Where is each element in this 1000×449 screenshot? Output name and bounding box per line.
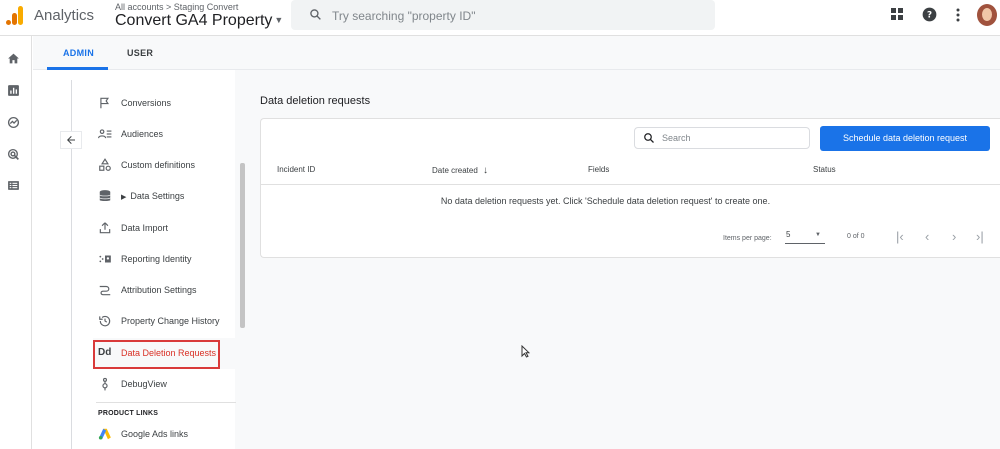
schedule-data-deletion-button[interactable]: Schedule data deletion request <box>820 126 990 151</box>
sort-arrow-icon: ↓ <box>483 165 489 176</box>
top-app-bar: Analytics All accounts > Staging Convert… <box>0 0 1000 36</box>
items-per-page-select[interactable]: 5 ▼ <box>785 230 825 244</box>
sidebar-item-google-ads-links[interactable]: Google Ads links <box>96 425 236 445</box>
attribution-icon <box>99 285 111 296</box>
pagination-range: 0 of 0 <box>847 233 865 240</box>
debug-icon <box>102 377 108 391</box>
column-header-status[interactable]: Status <box>813 165 836 174</box>
tab-admin[interactable]: ADMIN <box>63 48 94 58</box>
avatar-face <box>982 8 992 21</box>
mouse-cursor-icon <box>521 345 530 358</box>
search-placeholder: Try searching "property ID" <box>332 9 476 23</box>
sidebar-item-label: Data Import <box>121 223 169 233</box>
search-icon <box>644 133 654 143</box>
history-icon <box>99 315 111 327</box>
sidebar-item-label: DebugView <box>121 379 167 389</box>
sidebar-item-reporting-identity[interactable]: Reporting Identity <box>96 250 236 270</box>
sidebar-item-label: Property Change History <box>121 316 220 326</box>
analytics-logo-icon[interactable] <box>6 6 24 26</box>
search-input[interactable]: Search <box>634 127 810 149</box>
upload-icon <box>99 222 111 234</box>
left-nav-rail <box>0 36 32 449</box>
sidebar-item-custom-definitions[interactable]: Custom definitions <box>96 156 236 176</box>
flag-icon <box>100 97 110 109</box>
database-icon <box>99 190 111 201</box>
identity-icon <box>99 255 111 263</box>
audiences-icon <box>98 129 112 139</box>
table-header-divider <box>261 184 1000 185</box>
sidebar-item-label: Reporting Identity <box>121 254 192 264</box>
sidebar-item-label: Audiences <box>121 129 164 139</box>
items-per-page-label: Items per page: <box>723 235 772 242</box>
tab-user[interactable]: USER <box>127 48 153 58</box>
property-selector[interactable]: Convert GA4 Property ▼ <box>115 12 283 30</box>
previous-page-icon[interactable]: ‹ <box>925 229 929 244</box>
panel-scrollbar[interactable] <box>240 163 245 328</box>
sidebar-item-debugview[interactable]: DebugView <box>96 375 236 395</box>
admin-tab-bar: ADMIN USER <box>33 36 1000 70</box>
home-icon[interactable] <box>7 52 20 65</box>
sidebar-item-audiences[interactable]: Audiences <box>96 125 236 145</box>
highlight-box <box>93 340 220 369</box>
shapes-icon <box>99 158 111 171</box>
sidebar-item-data-import[interactable]: Data Import <box>96 219 236 239</box>
property-name: Convert GA4 Property <box>115 12 273 29</box>
sidebar-item-label: ▶ Data Settings <box>121 191 184 201</box>
sidebar-item-label: Conversions <box>121 98 172 108</box>
arrow-left-icon <box>67 136 75 144</box>
sidebar-item-conversions[interactable]: Conversions <box>96 94 236 114</box>
section-divider <box>96 402 236 403</box>
google-ads-icon <box>98 428 111 440</box>
column-header-date-created[interactable]: Date created ↓ <box>432 165 488 176</box>
caret-down-icon: ▼ <box>274 15 284 25</box>
dropdown-arrow-icon: ▼ <box>815 232 821 238</box>
svg-text:?: ? <box>927 11 932 21</box>
avatar[interactable] <box>977 4 997 26</box>
column-header-label: Date created <box>432 166 478 175</box>
configure-icon[interactable] <box>7 179 20 192</box>
page-title: Data deletion requests <box>260 95 371 107</box>
sidebar-item-label: Custom definitions <box>121 160 196 170</box>
apps-grid-icon[interactable] <box>891 8 903 20</box>
sidebar-item-label: Attribution Settings <box>121 285 197 295</box>
section-header: PRODUCT LINKS <box>98 410 159 417</box>
advertising-icon[interactable] <box>7 148 20 161</box>
empty-state-message: No data deletion requests yet. Click 'Sc… <box>440 196 771 206</box>
expand-arrow-icon: ▶ <box>121 194 127 201</box>
sidebar-item-attribution-settings[interactable]: Attribution Settings <box>96 281 236 301</box>
breadcrumb[interactable]: All accounts > Staging Convert <box>115 2 238 12</box>
global-search[interactable]: Try searching "property ID" <box>291 0 715 30</box>
back-button[interactable] <box>60 131 82 149</box>
help-icon[interactable]: ? <box>922 7 937 22</box>
items-per-page-value: 5 <box>786 230 791 239</box>
search-icon <box>310 9 321 20</box>
first-page-icon[interactable]: |‹ <box>896 229 904 244</box>
column-header-incident-id[interactable]: Incident ID <box>277 165 315 174</box>
last-page-icon[interactable]: ›| <box>976 229 984 244</box>
sidebar-item-text: Data Settings <box>130 191 185 201</box>
app-name: Analytics <box>34 7 95 24</box>
column-header-fields[interactable]: Fields <box>588 165 609 174</box>
explore-icon[interactable] <box>7 116 20 129</box>
sidebar-item-label: Google Ads links <box>121 429 189 439</box>
sidebar-item-data-settings[interactable]: ▶ Data Settings <box>96 187 236 207</box>
sidebar-item-property-change-history[interactable]: Property Change History <box>96 312 236 332</box>
reports-icon[interactable] <box>7 84 20 97</box>
search-placeholder: Search <box>662 133 691 143</box>
more-vert-icon[interactable] <box>955 8 961 22</box>
next-page-icon[interactable]: › <box>952 229 956 244</box>
